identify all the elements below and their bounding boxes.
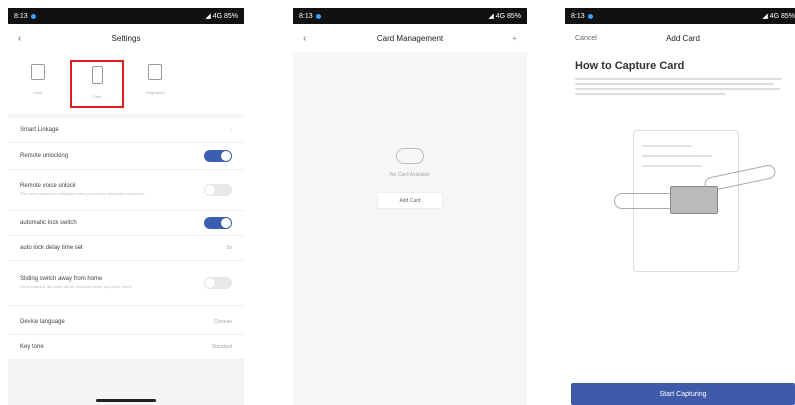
remote-voice-unlock-label: Remote voice unlock xyxy=(20,183,76,189)
fingerprint-icon xyxy=(148,64,162,80)
remote-unlocking-toggle[interactable] xyxy=(204,150,232,162)
cancel-button[interactable]: Cancel xyxy=(575,35,597,42)
tab-card-label: Card xyxy=(92,94,102,99)
tab-lock-label: Lock xyxy=(33,90,43,95)
start-capturing-button[interactable]: Start Capturing xyxy=(571,383,795,405)
status-time: 8:13 xyxy=(571,12,585,20)
status-time: 8:13 xyxy=(299,12,313,20)
automatic-lock-row: automatic lock switch xyxy=(8,211,244,236)
empty-state-text: No Card Available xyxy=(390,172,430,178)
cloud-icon xyxy=(396,148,424,164)
hand-illustration xyxy=(614,193,676,209)
notification-icon xyxy=(30,13,36,19)
back-arrow-icon[interactable]: ‹ xyxy=(18,33,21,44)
status-indicators: ◢ 4G 85% xyxy=(205,13,238,20)
auto-lock-delay-row[interactable]: auto lock delay time set 5s xyxy=(8,236,244,261)
empty-state: No Card Available Add Card xyxy=(293,148,527,209)
capture-instructions xyxy=(575,78,791,95)
back-arrow-icon[interactable]: ‹ xyxy=(303,33,306,44)
sliding-switch-toggle[interactable] xyxy=(204,277,232,289)
auto-lock-delay-label: auto lock delay time set xyxy=(20,245,83,251)
device-language-label: Device language xyxy=(20,319,65,325)
sliding-switch-row: Sliding switch away from home Once enabl… xyxy=(8,261,244,306)
device-language-row[interactable]: Device language Chinese xyxy=(8,310,244,335)
settings-navbar: ‹ Settings xyxy=(8,24,244,52)
status-indicators: ◢ 4G 85% xyxy=(762,13,795,20)
notification-icon xyxy=(315,13,321,19)
tab-fingerprint-label: Fingerprint xyxy=(145,90,165,95)
key-tone-value: Standard xyxy=(211,344,232,350)
lock-icon xyxy=(31,64,45,80)
settings-list: Smart Linkage › Remote unlocking Remote … xyxy=(8,118,244,360)
add-card-screen: 8:13 ◢ 4G 85% Cancel Add Card How to Cap… xyxy=(565,8,795,405)
automatic-lock-toggle[interactable] xyxy=(204,217,232,229)
card-management-screen: 8:13 ◢ 4G 85% ‹ Card Management + No Car… xyxy=(293,8,527,405)
page-title: Card Management xyxy=(376,33,444,43)
smart-linkage-label: Smart Linkage xyxy=(20,127,59,133)
chevron-right-icon: › xyxy=(230,127,232,133)
capture-illustration xyxy=(614,130,777,272)
device-language-value: Chinese xyxy=(213,319,232,325)
key-tone-row[interactable]: Key tone Standard xyxy=(8,335,244,360)
key-tone-label: Key tone xyxy=(20,344,44,350)
add-icon[interactable]: + xyxy=(512,34,517,43)
sliding-switch-label: Sliding switch away from home xyxy=(20,276,103,282)
add-card-navbar: Cancel Add Card xyxy=(565,24,795,52)
tab-lock[interactable]: Lock xyxy=(13,60,63,104)
status-bar: 8:13 ◢ 4G 85% xyxy=(293,8,527,24)
automatic-lock-label: automatic lock switch xyxy=(20,220,77,226)
remote-voice-unlock-toggle[interactable] xyxy=(204,184,232,196)
tab-fingerprint[interactable]: Fingerprint xyxy=(130,60,180,104)
status-indicators: ◢ 4G 85% xyxy=(488,13,521,20)
notification-icon xyxy=(587,13,593,19)
card-management-navbar: ‹ Card Management + xyxy=(293,24,527,52)
home-indicator xyxy=(96,399,156,402)
page-title: Add Card xyxy=(666,33,700,43)
status-bar: 8:13 ◢ 4G 85% xyxy=(8,8,244,24)
settings-screen: 8:13 ◢ 4G 85% ‹ Settings Lock Card Finge… xyxy=(8,8,244,405)
remote-voice-unlock-row: Remote voice unlock The voice password v… xyxy=(8,170,244,211)
sliding-switch-desc: Once enabled, all doors will be unlocked… xyxy=(20,284,132,289)
status-time: 8:13 xyxy=(14,12,28,20)
tab-card[interactable]: Card xyxy=(70,60,124,108)
remote-unlocking-row: Remote unlocking xyxy=(8,143,244,170)
remote-voice-unlock-desc: The voice password verification uses you… xyxy=(20,191,145,196)
page-title: Settings xyxy=(111,33,141,43)
card-illustration xyxy=(670,186,718,214)
smart-linkage-row[interactable]: Smart Linkage › xyxy=(8,118,244,143)
capture-heading: How to Capture Card xyxy=(575,60,685,72)
card-icon xyxy=(91,66,103,84)
add-card-button[interactable]: Add Card xyxy=(377,192,443,209)
settings-tabs: Lock Card Fingerprint xyxy=(8,52,244,114)
remote-unlocking-label: Remote unlocking xyxy=(20,153,69,159)
auto-lock-delay-value: 5s xyxy=(226,245,232,251)
status-bar: 8:13 ◢ 4G 85% xyxy=(565,8,795,24)
